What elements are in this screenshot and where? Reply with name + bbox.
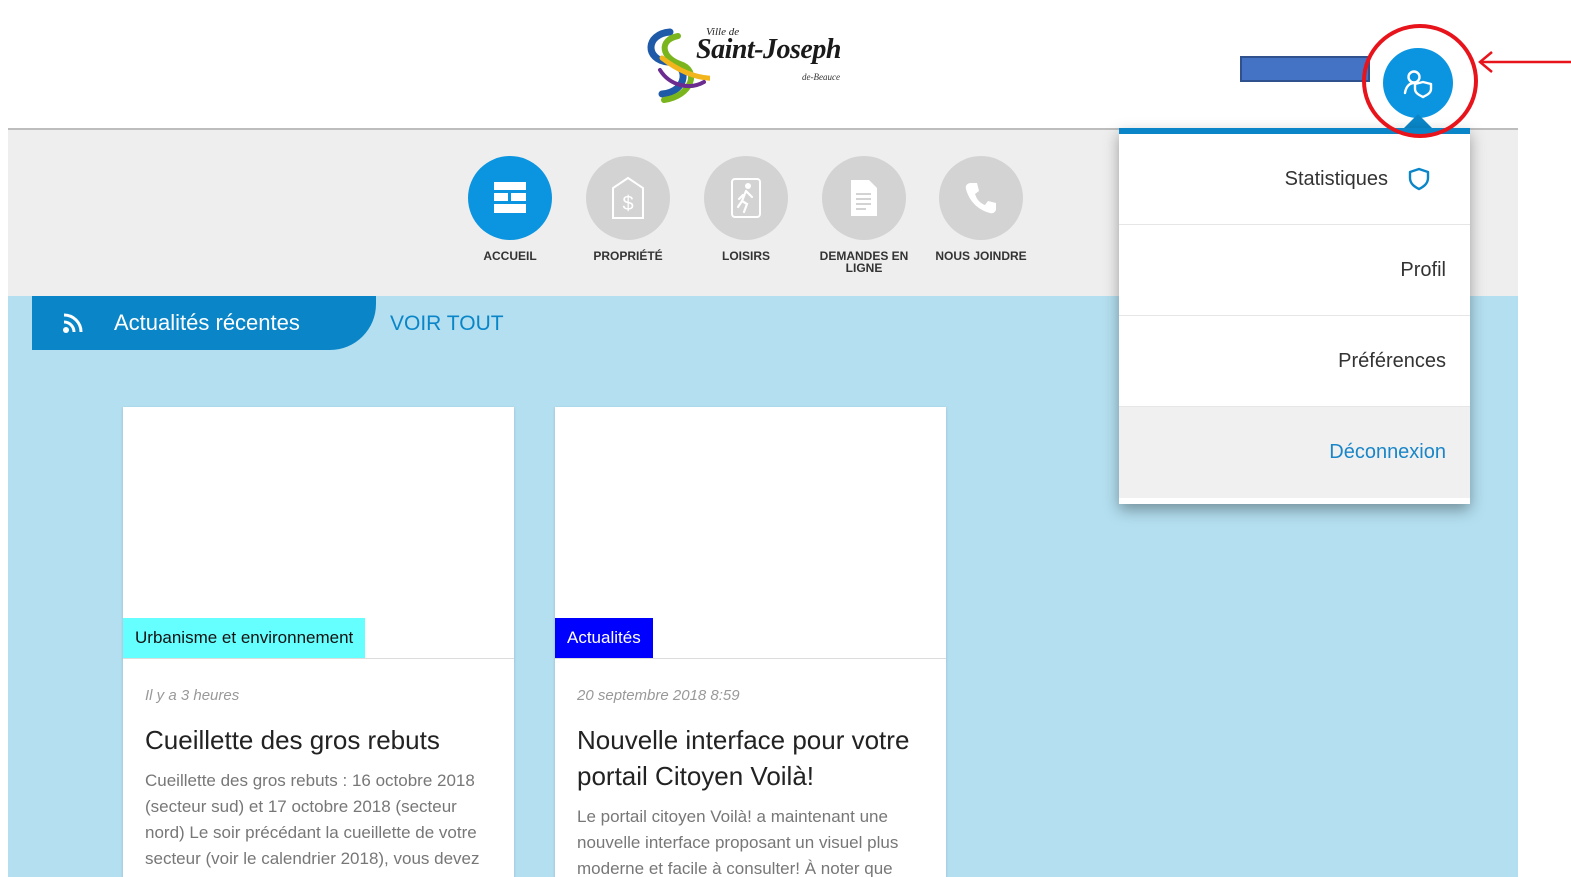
news-card-title[interactable]: Cueillette des gros rebuts	[145, 722, 492, 758]
logo-name-text: Saint-Joseph	[696, 34, 841, 65]
news-card-tag[interactable]: Urbanisme et environnement	[123, 618, 366, 658]
nav-label: DEMANDES EN LIGNE	[819, 249, 909, 275]
nav-label: ACCUEIL	[483, 249, 537, 263]
menu-item-profil[interactable]: Profil	[1119, 225, 1470, 316]
news-card-date: 20 septembre 2018 8:59	[577, 687, 740, 704]
menu-item-label: Profil	[1400, 258, 1446, 281]
news-card-date: Il y a 3 heures	[145, 687, 240, 704]
menu-item-statistiques[interactable]: Statistiques	[1119, 134, 1470, 225]
user-dropdown-menu: Statistiques Profil Préférences Déconnex…	[1119, 128, 1470, 504]
annotation-arrow-icon	[1478, 51, 1571, 73]
news-card-image: Urbanisme et environnement	[123, 407, 514, 659]
nav-label: PROPRIÉTÉ	[593, 249, 663, 263]
shield-icon	[1408, 167, 1430, 191]
user-menu-button[interactable]	[1383, 48, 1453, 118]
nav-label: LOISIRS	[721, 249, 770, 263]
nav-circle: $	[586, 156, 670, 240]
nav-circle	[822, 156, 906, 240]
nav-item-loisirs[interactable]: LOISIRS	[691, 156, 801, 262]
nav-label: NOUS JOINDRE	[935, 249, 1027, 263]
logo-sub-text: de-Beauce	[802, 72, 840, 82]
user-shield-icon	[1403, 70, 1433, 99]
dollar-tag-icon: $	[612, 176, 644, 219]
news-card-body: Il y a 3 heures Cueillette des gros rebu…	[123, 659, 514, 872]
dropdown-caret	[1404, 114, 1432, 128]
menu-item-label: Déconnexion	[1329, 441, 1446, 463]
redacted-username	[1240, 56, 1370, 82]
news-card-image: Actualités	[555, 407, 946, 659]
menu-item-label: Statistiques	[1284, 167, 1388, 190]
nav-circle	[704, 156, 788, 240]
rss-icon	[63, 313, 83, 333]
news-card-title[interactable]: Nouvelle interface pour votre portail Ci…	[577, 722, 924, 794]
nav-item-propriete[interactable]: $ PROPRIÉTÉ	[573, 156, 683, 262]
news-card-excerpt: Le portail citoyen Voilà! a maintenant u…	[577, 807, 899, 877]
nav-item-demandes[interactable]: DEMANDES EN LIGNE	[809, 156, 919, 274]
news-card[interactable]: Actualités 20 septembre 2018 8:59 Nouvel…	[555, 407, 946, 877]
nav-item-nous-joindre[interactable]: NOUS JOINDRE	[926, 156, 1036, 262]
menu-item-label: Préférences	[1338, 349, 1446, 372]
news-header-tab: Actualités récentes	[32, 296, 376, 350]
city-logo[interactable]: Ville de Saint-Joseph de-Beauce	[640, 22, 870, 104]
news-card-body: 20 septembre 2018 8:59 Nouvelle interfac…	[555, 659, 946, 877]
menu-item-deconnexion[interactable]: Déconnexion	[1119, 407, 1470, 498]
document-icon	[851, 180, 877, 216]
running-person-icon	[731, 178, 761, 218]
nav-circle	[939, 156, 1023, 240]
news-card-excerpt: Cueillette des gros rebuts : 16 octobre …	[145, 771, 480, 868]
voir-tout-link[interactable]: VOIR TOUT	[390, 312, 504, 336]
news-card-tag[interactable]: Actualités	[555, 618, 653, 658]
news-section-title: Actualités récentes	[114, 310, 300, 335]
menu-item-preferences[interactable]: Préférences	[1119, 316, 1470, 407]
dashboard-icon	[494, 182, 526, 213]
phone-icon	[965, 183, 996, 214]
svg-text:$: $	[622, 193, 633, 215]
header: Ville de Saint-Joseph de-Beauce	[0, 0, 1571, 128]
nav-circle	[468, 156, 552, 240]
news-card[interactable]: Urbanisme et environnement Il y a 3 heur…	[123, 407, 514, 877]
nav-item-accueil[interactable]: ACCUEIL	[455, 156, 565, 262]
